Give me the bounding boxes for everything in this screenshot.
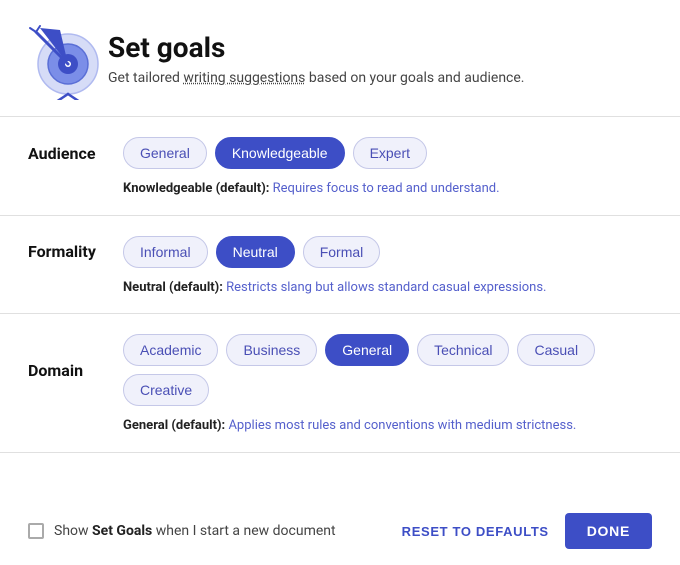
domain-academic-btn[interactable]: Academic [123,334,218,366]
header-text: Set goals Get tailored writing suggestio… [108,31,525,89]
formality-neutral-btn[interactable]: Neutral [216,236,295,268]
domain-label: Domain [28,361,123,380]
domain-creative-btn[interactable]: Creative [123,374,209,406]
reset-defaults-button[interactable]: RESET TO DEFAULTS [402,524,549,539]
formality-row: Formality Informal Neutral Formal [28,236,652,268]
formality-label: Formality [28,242,123,261]
footer-right: RESET TO DEFAULTS DONE [402,513,652,549]
domain-desc-key: General (default): [123,418,225,433]
audience-expert-btn[interactable]: Expert [353,137,427,169]
header: Set goals Get tailored writing suggestio… [0,0,680,117]
audience-desc-value: Requires focus to read and understand. [273,181,500,196]
show-set-goals-checkbox[interactable] [28,523,44,539]
domain-casual-btn[interactable]: Casual [517,334,595,366]
formality-description: Neutral (default): Restricts slang but a… [123,278,652,298]
domain-row: Domain Academic Business General Technic… [28,334,652,406]
audience-knowledgeable-btn[interactable]: Knowledgeable [215,137,345,169]
page-subtitle: Get tailored writing suggestions based o… [108,68,525,89]
domain-general-btn[interactable]: General [325,334,409,366]
done-button[interactable]: DONE [565,513,652,549]
subtitle-underline: writing suggestions [183,70,305,86]
formality-informal-btn[interactable]: Informal [123,236,208,268]
domain-desc-value: Applies most rules and conventions with … [228,418,576,433]
show-set-goals-label: Show Set Goals when I start a new docume… [54,523,336,539]
audience-desc-key: Knowledgeable (default): [123,181,269,196]
set-goals-bold: Set Goals [92,523,152,539]
audience-general-btn[interactable]: General [123,137,207,169]
domain-description: General (default): Applies most rules an… [123,416,652,436]
domain-btn-group: Academic Business General Technical Casu… [123,334,652,406]
domain-section: Domain Academic Business General Technic… [0,314,680,453]
audience-section: Audience General Knowledgeable Expert Kn… [0,117,680,216]
formality-desc-value: Restricts slang but allows standard casu… [226,280,546,295]
audience-description: Knowledgeable (default): Requires focus … [123,179,652,199]
footer-left: Show Set Goals when I start a new docume… [28,523,336,539]
formality-desc-key: Neutral (default): [123,280,223,295]
footer: Show Set Goals when I start a new docume… [0,497,680,565]
audience-btn-group: General Knowledgeable Expert [123,137,427,169]
audience-row: Audience General Knowledgeable Expert [28,137,652,169]
target-icon [28,20,108,100]
page-title: Set goals [108,31,525,64]
domain-business-btn[interactable]: Business [226,334,317,366]
audience-label: Audience [28,144,123,163]
formality-formal-btn[interactable]: Formal [303,236,381,268]
main-container: Set goals Get tailored writing suggestio… [0,0,680,565]
formality-section: Formality Informal Neutral Formal Neutra… [0,216,680,315]
formality-btn-group: Informal Neutral Formal [123,236,380,268]
domain-technical-btn[interactable]: Technical [417,334,509,366]
